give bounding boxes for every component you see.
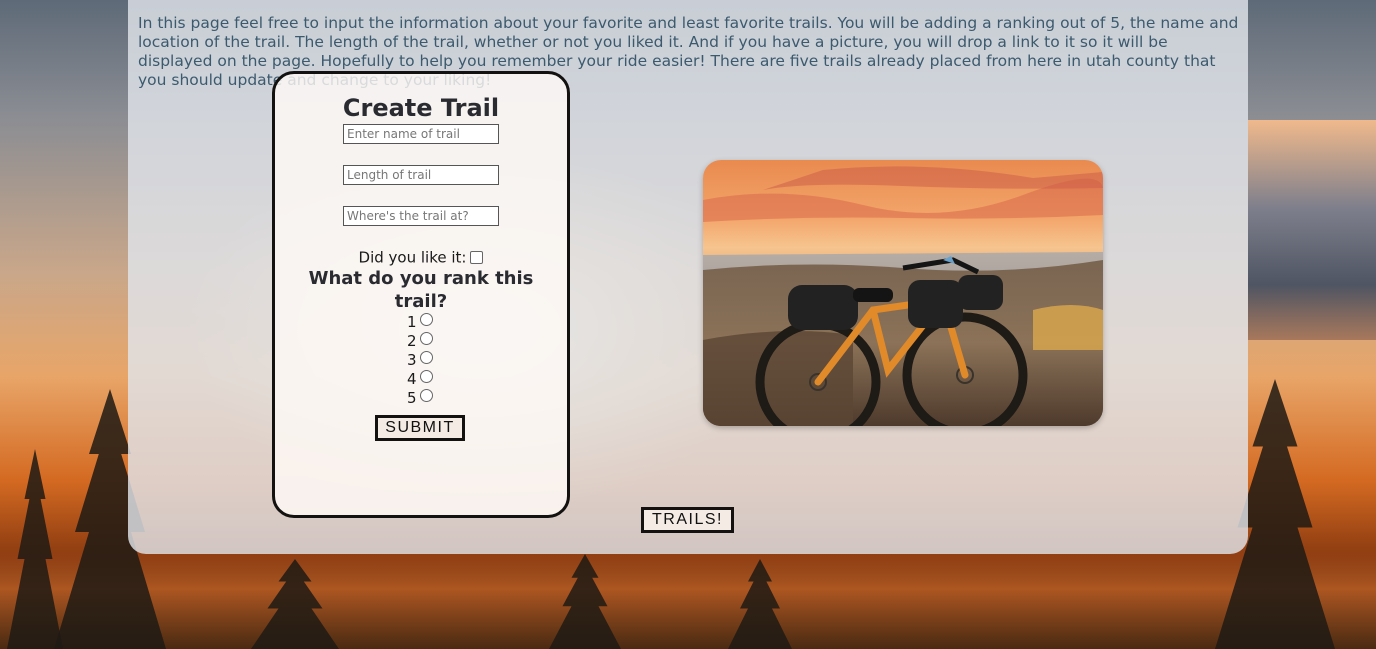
rank-option[interactable]: 3	[407, 351, 433, 370]
rank-option-label: 5	[407, 389, 417, 407]
form-title: Create Trail	[342, 94, 500, 122]
rank-option[interactable]: 5	[407, 389, 433, 408]
rank-radio-5[interactable]	[419, 389, 433, 402]
background-hills	[0, 549, 1376, 649]
trail-location-input[interactable]	[343, 206, 499, 226]
rank-option[interactable]: 1	[407, 313, 433, 332]
background-clouds	[1248, 120, 1376, 340]
mountain-bike-photo	[703, 160, 1103, 426]
rank-option-label: 2	[407, 332, 417, 350]
liked-checkbox[interactable]	[470, 251, 484, 264]
rank-option-label: 3	[407, 351, 417, 369]
trails-button[interactable]: TRAILS!	[641, 507, 734, 533]
rank-option[interactable]: 2	[407, 332, 433, 351]
trail-length-input[interactable]	[343, 165, 499, 185]
rank-radio-3[interactable]	[419, 351, 433, 364]
liked-label: Did you like it:	[358, 248, 467, 267]
trail-name-input[interactable]	[343, 124, 499, 144]
rank-radio-4[interactable]	[419, 370, 433, 383]
rank-option-label: 4	[407, 370, 417, 388]
rank-option-label: 1	[407, 313, 417, 331]
rank-radio-1[interactable]	[419, 313, 433, 326]
liked-row: Did you like it:	[275, 248, 567, 267]
rank-option[interactable]: 4	[407, 370, 433, 389]
rank-radio-2[interactable]	[419, 332, 433, 345]
submit-button[interactable]: SUBMIT	[375, 415, 465, 441]
rank-title: What do you rank this trail?	[308, 268, 534, 312]
create-trail-form: Create Trail Did you like it: What do yo…	[272, 71, 570, 518]
